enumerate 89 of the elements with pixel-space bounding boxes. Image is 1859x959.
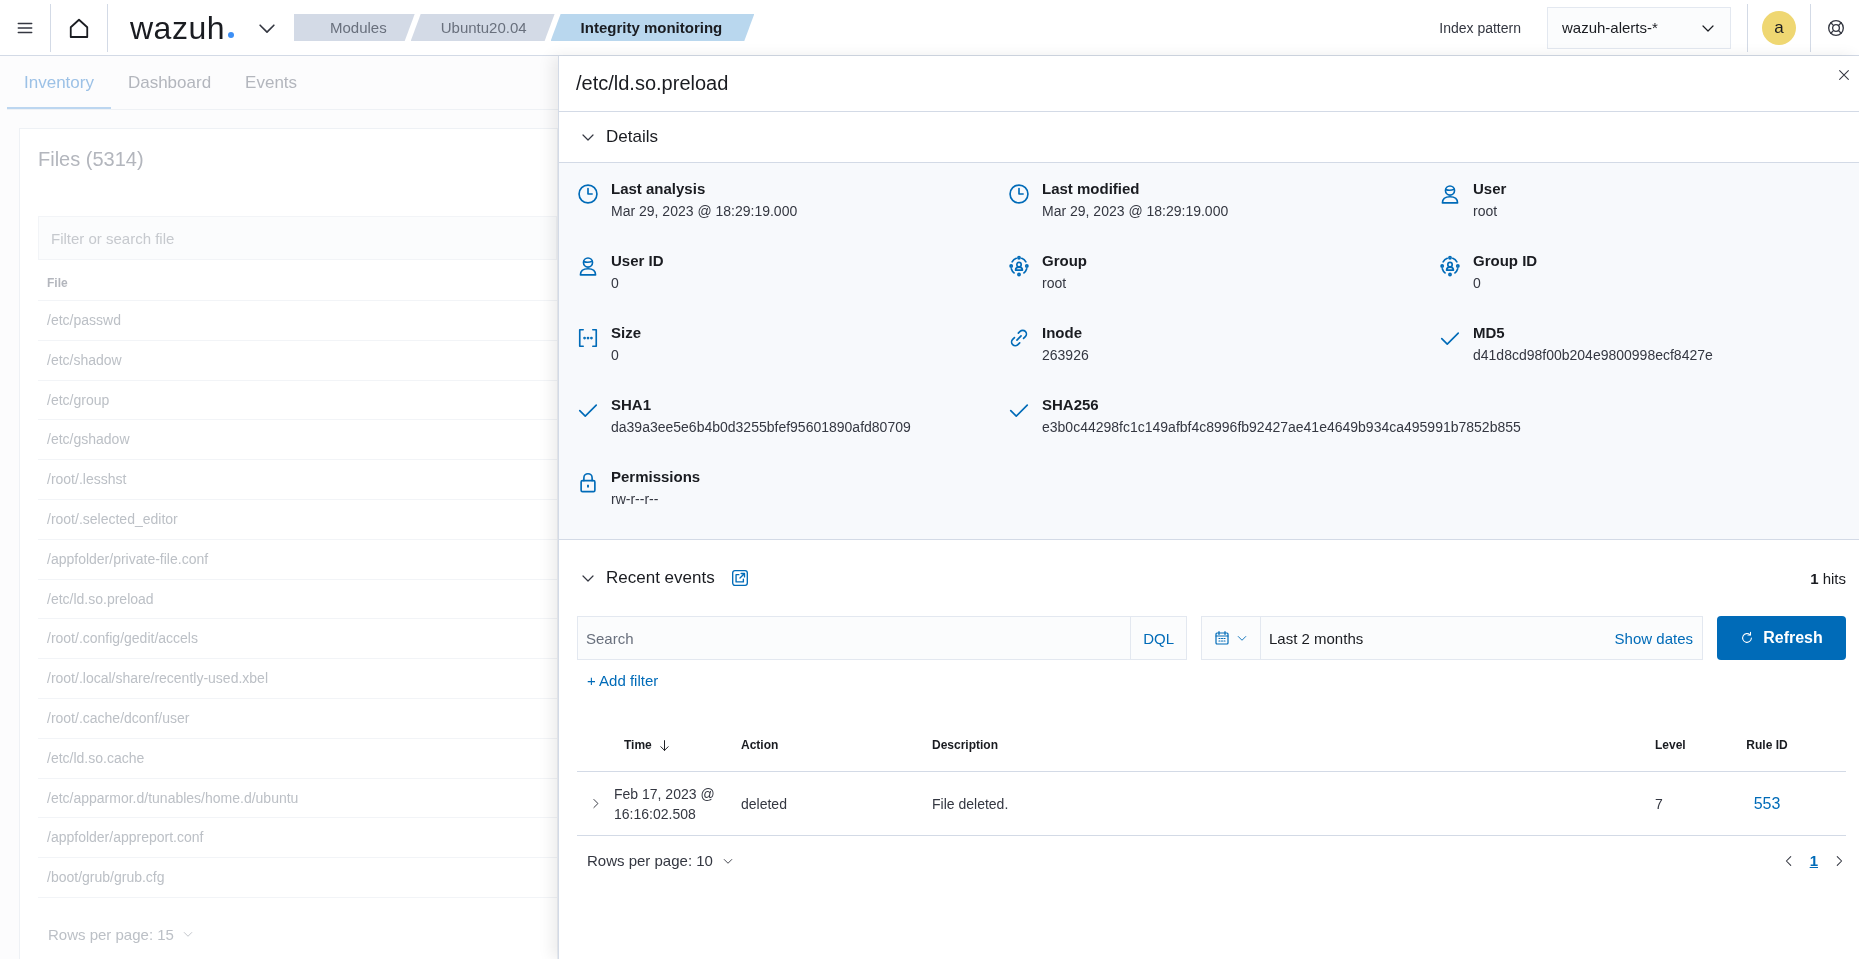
breadcrumb[interactable]: Modules [294,14,415,41]
clock-icon [1008,183,1030,205]
table-cell[interactable]: /root/.cache/dconf/user [38,698,557,739]
column-header[interactable]: Rule ID [1718,719,1846,771]
logo[interactable]: wazuh [130,10,225,45]
user-icon [577,255,599,277]
flyout-title: /etc/ld.so.preload [576,72,729,95]
calendar-icon [1214,630,1230,646]
table-cell-text: deleted [741,794,788,814]
field-label: User [1473,179,1507,199]
section-title[interactable]: Details [606,127,658,147]
table-cell[interactable]: /root/.selected_editor [38,500,557,540]
field-label: User ID [611,251,664,271]
field-value: da39a3ee5e6b4b0d3255bfef95601890afd80709 [611,418,911,437]
lock-icon [577,471,599,493]
link-icon [1008,327,1030,349]
field-label: SHA256 [1042,395,1100,415]
tab[interactable]: Dashboard [110,56,229,109]
date-range: Last 2 months [1268,629,1365,647]
table-cell-text: Feb 17, 2023 @ 16:16:02.508 [614,784,716,824]
field-label: Group [1042,251,1087,271]
column-header[interactable]: File [38,260,557,301]
field-value: 0 [1473,274,1482,293]
field-label: Permissions [611,467,701,487]
group-icon [1008,255,1030,277]
section-title[interactable]: Recent events [606,568,715,588]
field-value: 0 [611,346,620,365]
group-icon [1439,255,1461,277]
rows-per-page-button[interactable]: Rows per page: 15 [38,897,557,943]
table-cell[interactable]: /appfolder/appreport.conf [38,818,557,859]
column-header[interactable]: Description [932,719,1655,771]
field-label: Size [611,323,641,343]
close-icon[interactable] [1837,67,1851,82]
column-header[interactable]: Level [1655,719,1718,771]
table-cell[interactable]: /root/.config/gedit/accels [38,619,557,660]
table-cell[interactable]: /etc/ld.so.preload [38,579,557,620]
clock-icon [577,183,599,205]
table-cell[interactable]: /root/.local/share/recently-used.xbel [38,659,557,699]
field-label: Last analysis [611,179,707,199]
help-lifebuoy-icon[interactable] [1827,18,1845,37]
search-field[interactable]: Search DQL [577,616,1187,660]
table-cell[interactable]: /etc/gshadow [38,420,557,461]
table-cell[interactable]: /etc/group [38,380,557,421]
field-value: e3b0c44298fc1c149afbf4c8996fb92427ae41e4649b934ca495991b7852b855 [1042,418,1521,437]
field-label: Last modified [1042,179,1141,199]
tab[interactable]: Events [228,56,315,109]
field-label: MD5 [1473,323,1506,343]
date-picker[interactable]: Last 2 months Show dates [1201,616,1703,660]
add-filter-link[interactable]: + Add filter [587,672,659,689]
field-value: 263926 [1042,346,1089,365]
column-header[interactable]: Time [614,719,741,771]
field-value: root [1473,202,1499,221]
field-value: 0 [611,274,620,293]
user-icon [1439,183,1461,205]
query-language-button[interactable]: DQL [1130,617,1186,659]
table-cell[interactable]: /etc/shadow [38,340,557,381]
index-pattern-label: Index pattern [1439,19,1521,36]
external-link-icon[interactable] [730,569,749,587]
table-cell[interactable]: /boot/grub/grub.cfg [38,858,557,898]
field-value: rw-r--r-- [611,490,660,509]
hits-count: 1 hits [1810,569,1846,587]
field-value: Mar 29, 2023 @ 18:29:19.000 [611,202,798,221]
breadcrumb[interactable]: Integrity monitoring [550,14,755,41]
table-cell[interactable]: /root/.lesshst [38,460,557,500]
panel-title: Files (5314) [38,147,145,172]
table-cell[interactable]: /etc/ld.so.cache [38,738,557,779]
field-label: SHA1 [611,395,652,415]
column-header[interactable]: Action [741,719,932,771]
table-cell[interactable]: /appfolder/private-file.conf [38,539,557,580]
field-value: d41d8cd98f00b204e9800998ecf8427e [1473,346,1713,365]
page-number[interactable]: 1 [1809,852,1818,869]
table-cell-text: File deleted. [932,794,1010,814]
rule-id-link[interactable]: 553 [1718,785,1846,822]
field-label: Inode [1042,323,1083,343]
field-value: root [1042,274,1068,293]
field-label: Group ID [1473,251,1538,271]
refresh-icon [1740,631,1755,645]
rows-per-page-button[interactable]: Rows per page: 10 [587,852,734,869]
table-cell[interactable]: /etc/apparmor.d/tunables/home.d/ubuntu [38,778,557,819]
table-cell-text: 7 [1655,794,1664,814]
logo-dot-icon [228,31,234,38]
show-dates-link[interactable]: Show dates [1614,629,1702,647]
refresh-button[interactable]: Refresh [1717,616,1846,660]
field-value: Mar 29, 2023 @ 18:29:19.000 [1042,202,1229,221]
breadcrumb[interactable]: Ubuntu20.04 [410,14,555,41]
index-pattern-select[interactable]: wazuh-alerts-* [1547,6,1731,49]
table-cell[interactable]: /etc/passwd [38,301,557,341]
brackets-icon [577,327,599,349]
user-avatar[interactable]: a [1762,10,1796,45]
